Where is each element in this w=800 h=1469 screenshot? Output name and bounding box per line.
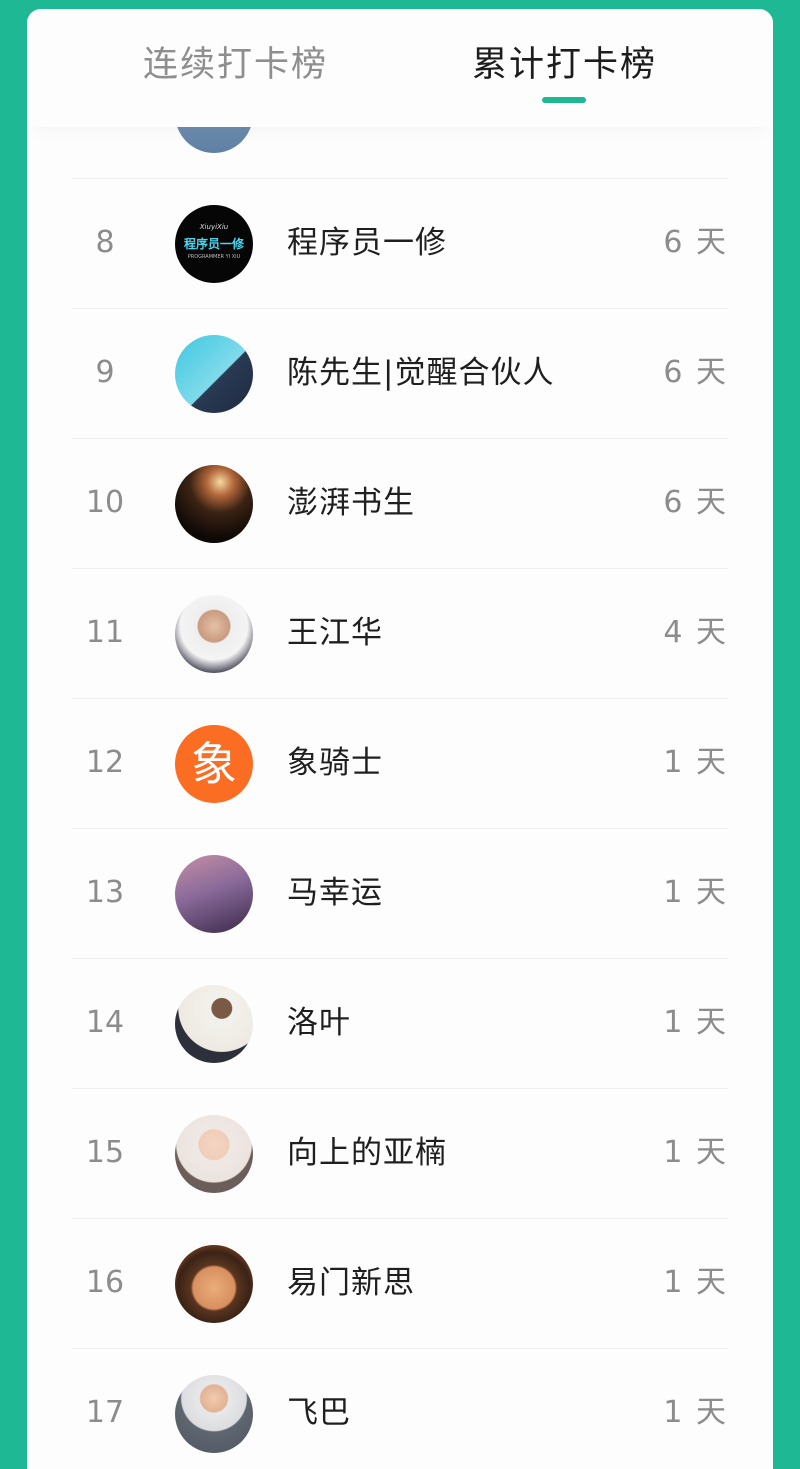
list-item[interactable]: 9 陈先生|觉醒合伙人 6 天	[72, 309, 728, 439]
user-name[interactable]: 陈先生|觉醒合伙人	[287, 353, 554, 393]
woman-reading-avatar[interactable]	[175, 985, 253, 1063]
leaderboard-card: 连续打卡榜 累计打卡榜 8 XiuyiXiu 程序员一修 PROGRAMMER …	[27, 9, 773, 1469]
checkin-days: 6 天	[663, 355, 728, 390]
rank-number: 15	[85, 1135, 125, 1170]
list-item[interactable]: 12 象 象骑士 1 天	[72, 699, 728, 829]
user-name[interactable]: 王江华	[287, 613, 383, 653]
rank-number: 14	[85, 1005, 125, 1040]
tab-total-checkin[interactable]: 累计打卡榜	[472, 43, 657, 87]
checkin-days: 1 天	[663, 1005, 728, 1040]
rank-number: 10	[85, 485, 125, 520]
rank-number: 13	[85, 875, 125, 910]
man-selfie-avatar[interactable]	[175, 595, 253, 673]
avatar-text-subtitle: PROGRAMMER YI XIU	[187, 254, 241, 260]
rank-number: 11	[85, 615, 125, 650]
list-item[interactable]: 15 向上的亚楠 1 天	[72, 1089, 728, 1219]
user-name[interactable]: 象骑士	[287, 743, 383, 783]
man-portrait-avatar[interactable]	[175, 335, 253, 413]
night-light-avatar[interactable]	[175, 465, 253, 543]
user-name[interactable]: 飞巴	[287, 1393, 351, 1433]
list-item[interactable]: 8 XiuyiXiu 程序员一修 PROGRAMMER YI XIU 程序员一修…	[72, 179, 728, 309]
user-name[interactable]: 马幸运	[287, 873, 383, 913]
coder-logo-avatar[interactable]: XiuyiXiu 程序员一修 PROGRAMMER YI XIU	[175, 205, 253, 283]
list-item[interactable]: 13 马幸运 1 天	[72, 829, 728, 959]
avatar-text-title: 程序员一修	[183, 237, 244, 251]
cartoon-boy-avatar[interactable]	[175, 1245, 253, 1323]
rank-number: 8	[95, 225, 115, 260]
list-item[interactable]: 10 澎湃书生 6 天	[72, 439, 728, 569]
list-item[interactable]: 17 飞巴 1 天	[72, 1349, 728, 1469]
ranking-list: 8 XiuyiXiu 程序员一修 PROGRAMMER YI XIU 程序员一修…	[27, 49, 773, 1469]
checkin-days: 6 天	[663, 485, 728, 520]
checkin-days: 1 天	[663, 1265, 728, 1300]
user-name[interactable]: 易门新思	[287, 1263, 415, 1303]
man-suit-avatar[interactable]	[175, 1375, 253, 1453]
checkin-days: 4 天	[663, 615, 728, 650]
active-tab-indicator	[542, 97, 586, 103]
rank-number: 12	[85, 745, 125, 780]
rank-number: 17	[85, 1395, 125, 1430]
user-name[interactable]: 向上的亚楠	[287, 1133, 447, 1173]
list-item[interactable]: 14 洛叶 1 天	[72, 959, 728, 1089]
woman-illustration-avatar[interactable]	[175, 1115, 253, 1193]
checkin-days: 1 天	[663, 1135, 728, 1170]
user-name[interactable]: 程序员一修	[287, 223, 447, 263]
user-name[interactable]: 洛叶	[287, 1003, 351, 1043]
illustration-avatar[interactable]	[175, 855, 253, 933]
list-item[interactable]: 11 王江华 4 天	[72, 569, 728, 699]
list-item[interactable]: 16 易门新思 1 天	[72, 1219, 728, 1349]
rank-number: 16	[85, 1265, 125, 1300]
avatar-text-signature: XiuyiXiu	[199, 223, 229, 231]
checkin-days: 1 天	[663, 875, 728, 910]
xiang-character-avatar[interactable]: 象	[175, 725, 253, 803]
checkin-days: 1 天	[663, 745, 728, 780]
leaderboard-tabs: 连续打卡榜 累计打卡榜	[27, 9, 773, 127]
user-name[interactable]: 澎湃书生	[287, 483, 415, 523]
tab-continuous-checkin[interactable]: 连续打卡榜	[143, 43, 328, 87]
checkin-days: 6 天	[663, 225, 728, 260]
rank-number: 9	[95, 355, 115, 390]
checkin-days: 1 天	[663, 1395, 728, 1430]
